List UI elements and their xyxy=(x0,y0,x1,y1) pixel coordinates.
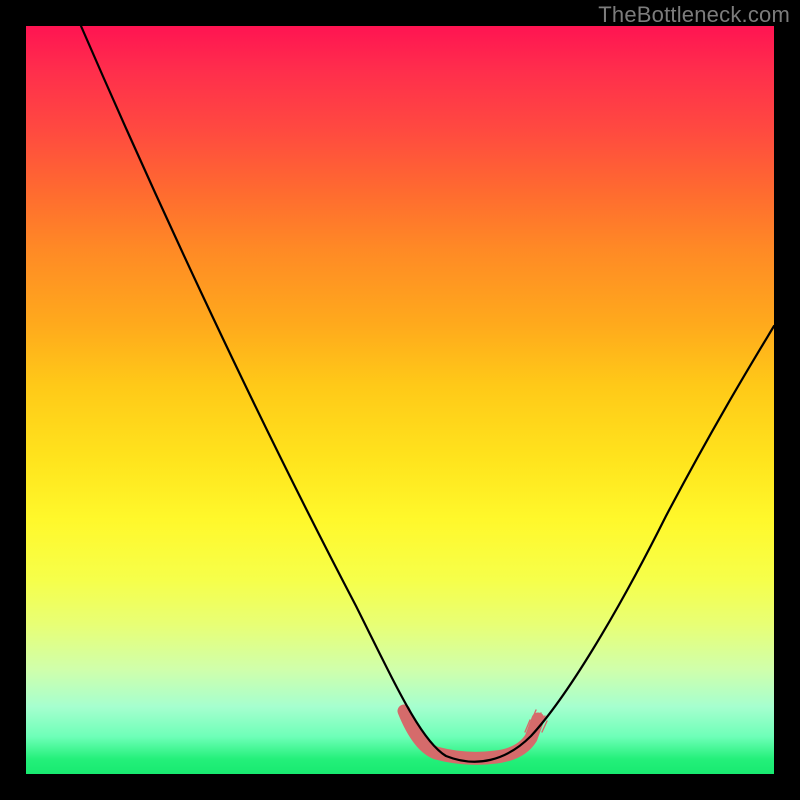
bottleneck-curve xyxy=(81,26,774,762)
chart-frame: TheBottleneck.com xyxy=(0,0,800,800)
plot-area xyxy=(26,26,774,774)
curve-layer xyxy=(26,26,774,774)
watermark-text: TheBottleneck.com xyxy=(598,2,790,28)
